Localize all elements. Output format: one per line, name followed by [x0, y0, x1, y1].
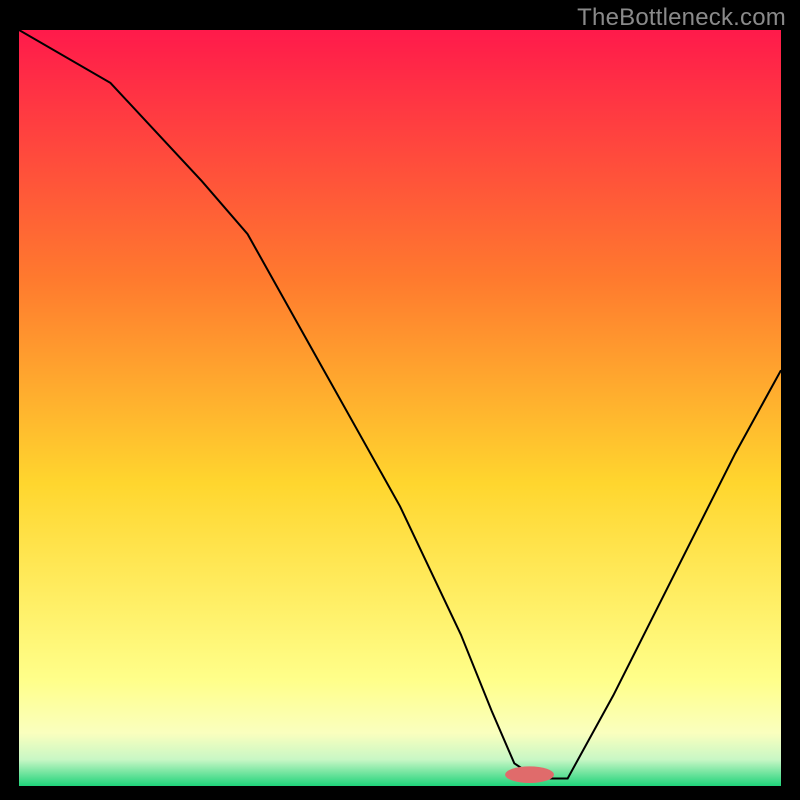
chart-background [19, 30, 781, 786]
bottleneck-chart [19, 30, 781, 786]
watermark-text: TheBottleneck.com [577, 4, 786, 32]
chart-frame [15, 30, 785, 790]
optimal-marker [505, 766, 554, 783]
